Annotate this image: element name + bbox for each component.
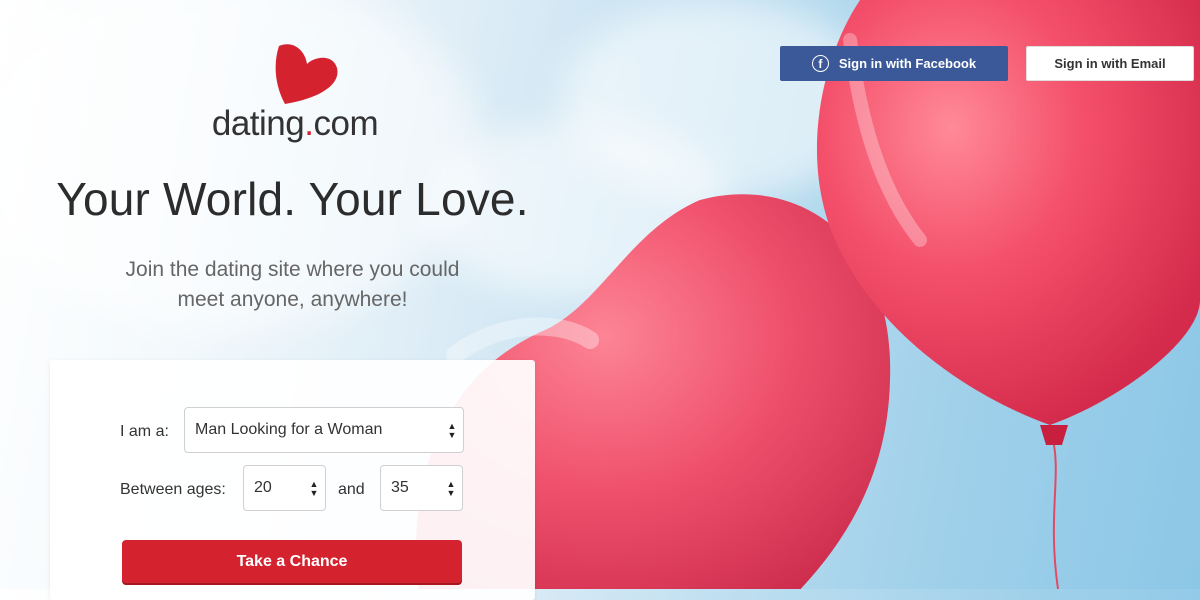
logo-wordmark: dating.com	[211, 104, 379, 143]
email-button-label: Sign in with Email	[1054, 56, 1166, 71]
select-arrows-icon: ▲ ▼	[446, 479, 456, 498]
heart-icon	[275, 44, 338, 104]
take-a-chance-button[interactable]: Take a Chance	[122, 540, 462, 583]
age-min-select[interactable]: 20 ▲ ▼	[243, 465, 326, 511]
ages-label: Between ages:	[120, 481, 226, 498]
page-headline: Your World. Your Love.	[56, 173, 529, 225]
select-arrows-icon: ▲ ▼	[309, 479, 319, 498]
signup-form: I am a: Man Looking for a Woman ▲ ▼ Betwe…	[50, 360, 535, 600]
gender-preference-select[interactable]: Man Looking for a Woman ▲ ▼	[184, 407, 464, 453]
balloon-knot	[1040, 425, 1068, 445]
age-max-value: 35	[391, 479, 409, 496]
balloon-string	[1052, 444, 1059, 589]
select-arrows-icon: ▲ ▼	[447, 421, 457, 440]
gender-preference-value: Man Looking for a Woman	[195, 421, 383, 438]
page-subheadline: Join the dating site where you could mee…	[125, 258, 460, 311]
iam-label: I am a:	[120, 423, 169, 440]
facebook-button-label: Sign in with Facebook	[838, 56, 977, 71]
facebook-icon: f	[811, 55, 829, 72]
age-min-value: 20	[254, 479, 272, 496]
age-max-select[interactable]: 35 ▲ ▼	[380, 465, 463, 511]
and-label: and	[338, 481, 365, 498]
site-logo[interactable]: dating.com	[205, 42, 385, 152]
sign-in-facebook-button[interactable]: f Sign in with Facebook	[780, 46, 1008, 81]
sign-in-email-button[interactable]: Sign in with Email	[1026, 46, 1194, 81]
